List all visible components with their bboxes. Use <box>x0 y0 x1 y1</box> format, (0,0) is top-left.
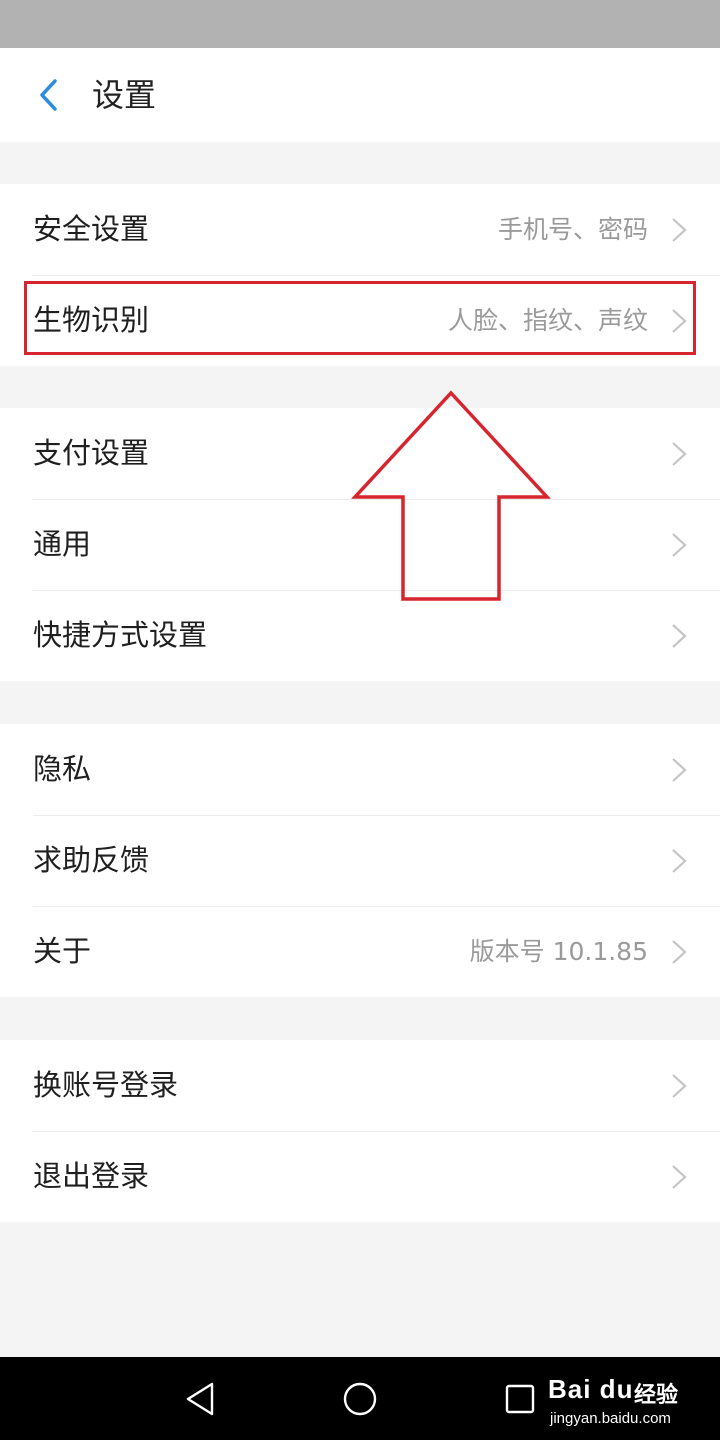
row-label: 换账号登录 <box>33 1068 179 1102</box>
row-logout[interactable]: 退出登录 <box>0 1131 720 1222</box>
settings-group-general: 支付设置 通用 快捷方式设置 <box>0 408 720 681</box>
row-label: 快捷方式设置 <box>33 618 208 652</box>
settings-group-info: 隐私 求助反馈 关于 版本号 10.1.85 <box>0 724 720 997</box>
chevron-right-icon <box>672 218 687 242</box>
version-value: 版本号 10.1.85 <box>469 937 648 966</box>
row-label: 安全设置 <box>33 212 150 246</box>
row-label: 退出登录 <box>33 1159 150 1193</box>
row-label: 通用 <box>33 527 92 561</box>
chevron-right-icon <box>672 940 687 964</box>
row-payment-settings[interactable]: 支付设置 <box>0 408 720 499</box>
row-label: 支付设置 <box>33 436 150 470</box>
row-value: 手机号、密码 <box>497 215 648 244</box>
row-shortcut-settings[interactable]: 快捷方式设置 <box>0 590 720 681</box>
row-switch-account[interactable]: 换账号登录 <box>0 1040 720 1131</box>
chevron-right-icon <box>672 533 687 557</box>
row-label: 隐私 <box>33 752 92 786</box>
row-privacy[interactable]: 隐私 <box>0 724 720 815</box>
settings-group-session: 换账号登录 退出登录 <box>0 1040 720 1222</box>
row-about[interactable]: 关于 版本号 10.1.85 <box>0 906 720 997</box>
row-help-feedback[interactable]: 求助反馈 <box>0 815 720 906</box>
row-label: 求助反馈 <box>33 843 150 877</box>
row-label: 生物识别 <box>33 303 150 337</box>
row-general[interactable]: 通用 <box>0 499 720 590</box>
home-circle-icon[interactable] <box>342 1381 378 1417</box>
recents-square-icon[interactable] <box>502 1381 538 1417</box>
chevron-right-icon <box>672 1165 687 1189</box>
chevron-right-icon <box>672 1074 687 1098</box>
page-title: 设置 <box>92 76 157 114</box>
row-value: 人脸、指纹、声纹 <box>447 306 648 335</box>
watermark-logo: Bai du <box>548 1374 634 1404</box>
chevron-right-icon <box>672 758 687 782</box>
chevron-right-icon <box>672 624 687 648</box>
row-biometrics[interactable]: 生物识别 人脸、指纹、声纹 <box>0 275 720 366</box>
chevron-right-icon <box>672 442 687 466</box>
back-button[interactable] <box>22 68 76 122</box>
chevron-right-icon <box>672 309 687 333</box>
header: 设置 <box>0 48 720 142</box>
watermark-text: 经验 <box>634 1383 679 1408</box>
back-triangle-icon[interactable] <box>182 1381 218 1417</box>
chevron-right-icon <box>672 849 687 873</box>
row-security-settings[interactable]: 安全设置 手机号、密码 <box>0 184 720 275</box>
watermark-url: jingyan.baidu.com <box>550 1410 671 1427</box>
settings-group-account: 安全设置 手机号、密码 生物识别 人脸、指纹、声纹 <box>0 184 720 366</box>
chevron-left-icon <box>40 79 57 111</box>
row-label: 关于 <box>33 934 92 968</box>
baidu-jingyan-watermark: Bai du 经验 jingyan.baidu.com <box>548 1374 714 1436</box>
status-bar <box>0 0 720 48</box>
